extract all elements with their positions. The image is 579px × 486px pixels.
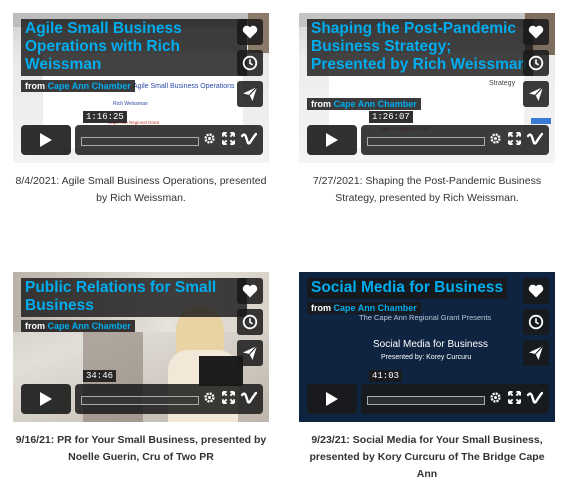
control-icons: [489, 391, 543, 404]
vimeo-icon[interactable]: [241, 391, 257, 404]
side-buttons: [237, 19, 263, 107]
video-player-2[interactable]: Strategy Cape Ann Regional Grant Shaping…: [299, 13, 555, 163]
byline-from: from: [25, 81, 45, 91]
share-button[interactable]: [523, 340, 549, 366]
video-player-4[interactable]: The Cape Ann Regional Grant Presents Soc…: [299, 272, 555, 422]
clock-icon: [242, 55, 258, 71]
video-caption: 8/4/2021: Agile Small Business Operation…: [15, 175, 267, 204]
video-byline: from Cape Ann Chamber: [307, 98, 421, 110]
video-title[interactable]: Shaping the Post-Pandemic Business Strat…: [307, 19, 533, 76]
like-button[interactable]: [523, 19, 549, 45]
control-bar: [361, 125, 549, 155]
paper-plane-icon: [243, 345, 258, 360]
heart-icon: [528, 25, 544, 39]
thumb-slide-title: Agile Small Business Operations: [133, 83, 235, 90]
video-byline: from Cape Ann Chamber: [21, 80, 135, 92]
duration-label: 1:16:25: [83, 111, 127, 123]
owner-link[interactable]: Cape Ann Chamber: [48, 81, 131, 91]
share-button[interactable]: [237, 340, 263, 366]
paper-plane-icon: [529, 345, 544, 360]
video-player-3[interactable]: Public Relations for Small Business from…: [13, 272, 269, 422]
video-byline: from Cape Ann Chamber: [21, 320, 135, 332]
heart-icon: [242, 284, 258, 298]
settings-icon[interactable]: [203, 391, 216, 404]
byline-from: from: [311, 99, 331, 109]
fullscreen-icon[interactable]: [222, 391, 235, 404]
player-controls: 1:16:25: [21, 111, 263, 155]
player-controls: 41:03: [307, 370, 549, 414]
video-caption: 9/16/21: PR for Your Small Business, pre…: [15, 434, 267, 463]
video-caption: 9/23/21: Social Media for Your Small Bus…: [309, 434, 545, 480]
like-button[interactable]: [237, 278, 263, 304]
share-button[interactable]: [237, 81, 263, 107]
share-button[interactable]: [523, 81, 549, 107]
progress-track[interactable]: [81, 396, 199, 405]
heart-icon: [242, 25, 258, 39]
fullscreen-icon[interactable]: [508, 132, 521, 145]
paper-plane-icon: [529, 86, 544, 101]
owner-link[interactable]: Cape Ann Chamber: [48, 321, 131, 331]
play-icon: [40, 133, 52, 147]
settings-icon[interactable]: [489, 391, 502, 404]
duration-label: 34:46: [83, 370, 117, 382]
play-icon: [326, 392, 338, 406]
settings-icon[interactable]: [203, 132, 216, 145]
owner-link[interactable]: Cape Ann Chamber: [334, 303, 417, 313]
side-buttons: [523, 278, 549, 366]
play-button[interactable]: [307, 125, 357, 155]
play-icon: [40, 392, 52, 406]
video-byline: from Cape Ann Chamber: [307, 302, 421, 314]
owner-link[interactable]: Cape Ann Chamber: [334, 99, 417, 109]
watch-later-button[interactable]: [237, 50, 263, 76]
watch-later-button[interactable]: [237, 309, 263, 335]
control-bar: [361, 384, 549, 414]
side-buttons: [237, 278, 263, 366]
paper-plane-icon: [243, 86, 258, 101]
thumb-slide-title: Strategy: [489, 80, 516, 87]
like-button[interactable]: [237, 19, 263, 45]
video-title[interactable]: Agile Small Business Operations with Ric…: [21, 19, 247, 76]
duration-label: 1:26:07: [369, 111, 413, 123]
video-player-1[interactable]: Agile Small Business Operations Rich Wei…: [13, 13, 269, 163]
thumb-slide-title: Social Media for Business: [373, 339, 489, 350]
progress-track[interactable]: [81, 137, 199, 146]
control-bar: [75, 384, 263, 414]
fullscreen-icon[interactable]: [508, 391, 521, 404]
control-bar: [75, 125, 263, 155]
clock-icon: [242, 314, 258, 330]
control-icons: [489, 132, 543, 145]
fullscreen-icon[interactable]: [222, 132, 235, 145]
settings-icon[interactable]: [489, 132, 502, 145]
video-caption: 7/27/2021: Shaping the Post-Pandemic Bus…: [312, 175, 542, 204]
progress-track[interactable]: [367, 396, 485, 405]
clock-icon: [528, 314, 544, 330]
byline-from: from: [311, 303, 331, 313]
like-button[interactable]: [523, 278, 549, 304]
duration-label: 41:03: [369, 370, 403, 382]
control-icons: [203, 132, 257, 145]
heart-icon: [528, 284, 544, 298]
thumb-slide-presents: The Cape Ann Regional Grant Presents: [359, 313, 492, 322]
vimeo-icon[interactable]: [527, 132, 543, 145]
thumb-slide-presenter: Rich Weissman: [113, 101, 148, 107]
thumb-slide-presenter: Presented by: Korey Curcuru: [381, 354, 472, 361]
play-button[interactable]: [21, 384, 71, 414]
play-button[interactable]: [21, 125, 71, 155]
control-icons: [203, 391, 257, 404]
vimeo-icon[interactable]: [527, 391, 543, 404]
play-button[interactable]: [307, 384, 357, 414]
progress-track[interactable]: [367, 137, 485, 146]
watch-later-button[interactable]: [523, 50, 549, 76]
video-title[interactable]: Social Media for Business: [307, 278, 508, 299]
clock-icon: [528, 55, 544, 71]
player-controls: 34:46: [21, 370, 263, 414]
vimeo-icon[interactable]: [241, 132, 257, 145]
byline-from: from: [25, 321, 45, 331]
watch-later-button[interactable]: [523, 309, 549, 335]
player-controls: 1:26:07: [307, 111, 549, 155]
video-title[interactable]: Public Relations for Small Business: [21, 278, 247, 317]
play-icon: [326, 133, 338, 147]
side-buttons: [523, 19, 549, 107]
